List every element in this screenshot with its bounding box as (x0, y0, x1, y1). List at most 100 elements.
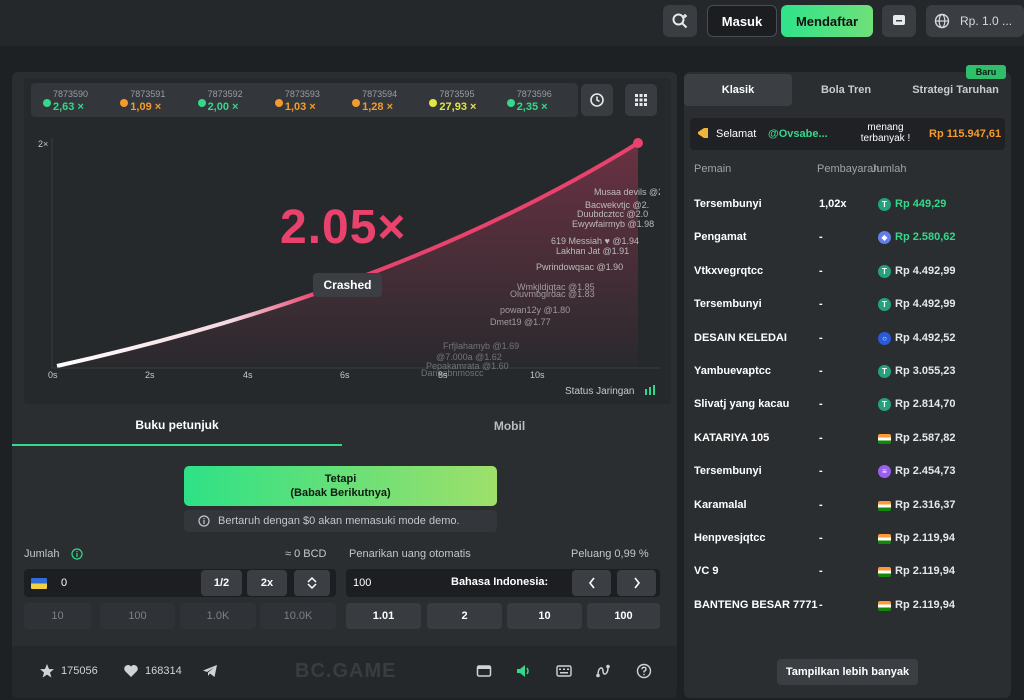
congrats-amount: Rp 115.947,61 (929, 128, 1002, 140)
amount-stepper[interactable] (294, 570, 330, 596)
search-button[interactable] (663, 5, 697, 37)
tab-classic[interactable]: Klasik (684, 74, 792, 106)
cashout-label: 619 Messiah ♥ @1.94 (551, 236, 640, 246)
autocash-preset-button[interactable]: 10 (507, 603, 582, 629)
bet-row[interactable]: VC 9 - Rp 2.119,94 (694, 562, 994, 582)
amount-preset-button[interactable]: 100 (100, 603, 175, 629)
brand-logo: BC.GAME (295, 660, 397, 682)
history-item[interactable]: 7873596 2,35 × (501, 86, 578, 114)
history-item[interactable]: 7873594 1,28 × (346, 86, 423, 114)
coin-icon: T (878, 298, 891, 312)
coin-icon: T (878, 398, 891, 412)
autocash-preset-button[interactable]: 100 (587, 603, 660, 629)
history-button[interactable] (581, 84, 613, 116)
history-dot (197, 99, 206, 107)
language-currency-selector[interactable]: Rp. 1.0 ... (926, 5, 1024, 37)
top-winner-banner: Selamat @Ovsabe... menang terbanyak ! Rp… (690, 118, 1005, 150)
bet-amount: Rp 4.492,99 (895, 298, 956, 311)
congrats-user: @Ovsabe... (768, 128, 828, 140)
bet-amount: Rp 2.119,94 (895, 598, 955, 611)
bet-row[interactable]: KATARIYA 105 - Rp 2.587,82 (694, 429, 994, 449)
history-item[interactable]: 7873593 1,03 × (269, 86, 346, 114)
coin-icon (878, 500, 891, 511)
likes-count[interactable]: 168314 (123, 663, 182, 679)
crashed-status: Crashed (313, 273, 382, 297)
help-icon (636, 663, 652, 679)
bet-row[interactable]: Pengamat - ◆ Rp 2.580,62 (694, 228, 994, 248)
heart-icon (124, 665, 138, 677)
player-name: Vtkxvegrqtcc (694, 264, 764, 277)
history-item[interactable]: 7873591 1,09 × (114, 86, 191, 114)
payout-value: - (819, 532, 823, 544)
chat-button[interactable] (882, 5, 916, 37)
payout-value: - (819, 231, 823, 244)
bet-row[interactable]: Henpvesjqtcc - Rp 2.119,94 (694, 529, 994, 549)
col-player: Pemain (694, 163, 732, 175)
history-dot (429, 99, 438, 107)
bet-row[interactable]: DESAIN KELEDAI - ○ Rp 4.492,52 (694, 329, 994, 349)
bet-row[interactable]: Slivatj yang kacau - T Rp 2.814,70 (694, 395, 994, 415)
theater-mode-button[interactable] (476, 663, 492, 679)
sound-button[interactable] (515, 663, 531, 679)
history-id: 7873595 (439, 89, 475, 99)
amount-input[interactable]: 0 (24, 569, 336, 597)
telegram-icon (203, 665, 217, 677)
amount-preset-button[interactable]: 10 (24, 603, 91, 629)
payout-value: - (819, 598, 823, 611)
double-amount-button[interactable]: 2x (247, 570, 287, 596)
player-name: VC 9 (694, 565, 719, 578)
autocash-decrease-button[interactable] (572, 570, 611, 596)
crash-multiplier: 2.05× (280, 201, 407, 254)
bet-row[interactable]: Tersembunyi 1,02x T Rp 449,29 (694, 195, 994, 215)
half-amount-button[interactable]: 1/2 (201, 570, 242, 596)
bet-row[interactable]: Vtkxvegrqtcc - T Rp 4.492,99 (694, 262, 994, 282)
cashout-label: powan12y @1.80 (500, 305, 571, 315)
tab-trend-ball[interactable]: Bola Tren (792, 74, 900, 106)
autocash-input[interactable]: 100 Bahasa Indonesia: (346, 569, 660, 597)
bet-row[interactable]: Yambuevaptcc - T Rp 3.055,23 (694, 362, 994, 382)
fairness-button[interactable] (595, 663, 611, 679)
tab-manual[interactable]: Buku petunjuk (12, 406, 342, 446)
history-dot (43, 99, 51, 107)
autocash-preset-button[interactable]: 1.01 (346, 603, 421, 629)
help-button[interactable] (636, 663, 652, 679)
bet-row[interactable]: Tersembunyi - ≡ Rp 2.454,73 (694, 462, 994, 482)
history-dot (352, 99, 361, 107)
amount-info-icon[interactable] (71, 548, 83, 560)
coin-icon: ≡ (878, 465, 891, 479)
login-button[interactable]: Masuk (707, 5, 777, 37)
amount-preset-button[interactable]: 1.0K (180, 603, 256, 629)
cashout-label: Daneabnmoscc (421, 368, 484, 378)
autocash-preset-button[interactable]: 2 (427, 603, 502, 629)
bet-amount: Rp 2.119,94 (895, 532, 955, 544)
grid-view-button[interactable] (625, 84, 657, 116)
congrats-message: menang terbanyak ! (860, 122, 911, 144)
player-name: Slivatj yang kacau (694, 398, 790, 411)
tab-mobile[interactable]: Mobil (342, 406, 677, 446)
cashout-label: Duubdcztcc @2.0 (577, 209, 649, 219)
hotkeys-button[interactable] (556, 663, 572, 679)
history-item[interactable]: 7873595 27,93 × (423, 86, 500, 114)
globe-icon (934, 13, 950, 29)
amount-preset-button[interactable]: 10.0K (260, 603, 336, 629)
player-name: Karamalal (694, 498, 747, 511)
footer-bar: 175056 168314 BC.GAME (12, 646, 677, 698)
chevron-up-icon (307, 576, 317, 583)
payout-value: - (819, 498, 823, 511)
window-icon (476, 665, 492, 677)
bet-row[interactable]: Karamalal - Rp 2.316,37 (694, 496, 994, 516)
bet-row[interactable]: BANTENG BESAR 7771 - Rp 2.119,94 (694, 596, 994, 616)
coin-icon (878, 534, 891, 544)
cashout-label: Oluvmbgirdac @1.83 (510, 289, 595, 299)
register-button[interactable]: Mendaftar (781, 5, 873, 37)
payout-value: - (819, 465, 823, 478)
bet-row[interactable]: Tersembunyi - T Rp 4.492,99 (694, 295, 994, 315)
show-more-button[interactable]: Tampilkan lebih banyak (777, 659, 918, 685)
autocash-increase-button[interactable] (617, 570, 656, 596)
history-item[interactable]: 7873592 2,00 × (192, 86, 269, 114)
history-item[interactable]: 7873590 2,63 × (37, 86, 114, 114)
payout-value: - (819, 331, 823, 344)
favorites-count[interactable]: 175056 (39, 663, 98, 679)
share-telegram-button[interactable] (202, 663, 218, 679)
place-bet-button[interactable]: Tetapi (Babak Berikutnya) (184, 466, 497, 506)
